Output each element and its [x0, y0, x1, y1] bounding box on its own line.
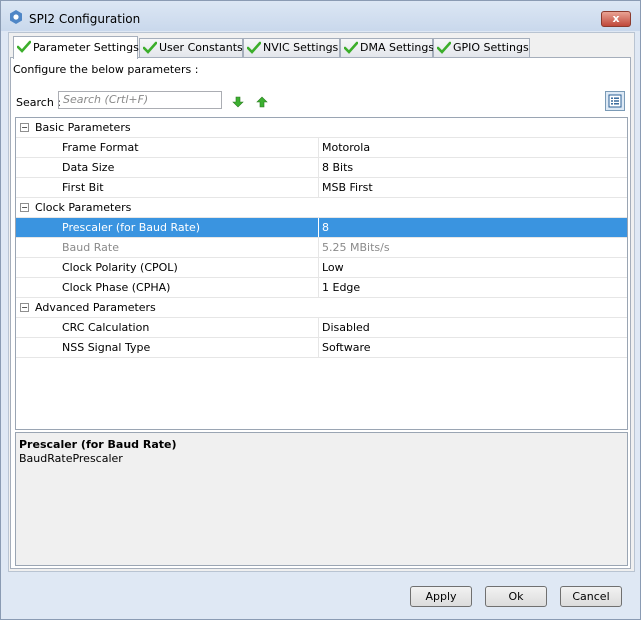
param-value[interactable]: Motorola [322, 141, 370, 154]
table-row: Baud Rate 5.25 MBits/s [16, 238, 627, 258]
table-row[interactable]: Clock Polarity (CPOL) Low [16, 258, 627, 278]
table-row[interactable]: Clock Phase (CPHA) 1 Edge [16, 278, 627, 298]
column-divider [318, 238, 319, 257]
param-value[interactable]: Disabled [322, 321, 370, 334]
param-name: Clock Phase (CPHA) [62, 281, 171, 294]
description-panel: Prescaler (for Baud Rate) BaudRatePresca… [15, 432, 628, 566]
column-divider [318, 218, 319, 237]
param-name: Frame Format [62, 141, 139, 154]
param-name: NSS Signal Type [62, 341, 151, 354]
column-divider [318, 338, 319, 357]
param-name: Data Size [62, 161, 115, 174]
arrow-down-icon[interactable] [232, 96, 244, 108]
param-value[interactable]: 1 Edge [322, 281, 360, 294]
group-advanced-parameters[interactable]: − Advanced Parameters [16, 298, 627, 318]
list-view-button[interactable] [605, 91, 625, 111]
spi2-configuration-dialog: SPI2 Configuration x Parameter Settings … [0, 0, 641, 620]
tab-gpio-settings[interactable]: GPIO Settings [433, 38, 530, 57]
column-divider [318, 178, 319, 197]
column-divider [318, 318, 319, 337]
tab-label: NVIC Settings [263, 41, 339, 54]
collapse-icon[interactable]: − [20, 123, 29, 132]
tab-label: GPIO Settings [453, 41, 529, 54]
cancel-button[interactable]: Cancel [560, 586, 622, 607]
check-icon [17, 40, 31, 53]
search-input[interactable]: Search (Crtl+F) [58, 91, 222, 109]
tab-label: DMA Settings [360, 41, 435, 54]
tab-user-constants[interactable]: User Constants [139, 38, 243, 57]
column-divider [318, 158, 319, 177]
tab-label: Parameter Settings [33, 41, 139, 54]
group-label: Advanced Parameters [35, 301, 156, 314]
table-row-selected[interactable]: Prescaler (for Baud Rate) 8 [16, 218, 627, 238]
parameter-settings-panel: Configure the below parameters : Search … [10, 57, 631, 569]
param-value[interactable]: 8 [322, 221, 329, 234]
dialog-body: Parameter Settings User Constants NVIC S… [8, 32, 635, 572]
arrow-up-icon[interactable] [256, 96, 268, 108]
param-name: Baud Rate [62, 241, 119, 254]
check-icon [344, 41, 358, 54]
collapse-icon[interactable]: − [20, 303, 29, 312]
param-name: Prescaler (for Baud Rate) [62, 221, 201, 234]
group-label: Basic Parameters [35, 121, 131, 134]
param-value[interactable]: 8 Bits [322, 161, 353, 174]
table-row[interactable]: Frame Format Motorola [16, 138, 627, 158]
parameters-grid: − Basic Parameters Frame Format Motorola… [15, 117, 628, 430]
list-view-icon [608, 94, 622, 108]
window-title: SPI2 Configuration [29, 12, 141, 26]
group-basic-parameters[interactable]: − Basic Parameters [16, 118, 627, 138]
group-label: Clock Parameters [35, 201, 132, 214]
param-name: Clock Polarity (CPOL) [62, 261, 178, 274]
param-value: 5.25 MBits/s [322, 241, 390, 254]
table-row[interactable]: First Bit MSB First [16, 178, 627, 198]
tab-label: User Constants [159, 41, 243, 54]
param-value[interactable]: MSB First [322, 181, 373, 194]
configure-instructions: Configure the below parameters : [13, 63, 199, 76]
description-title: Prescaler (for Baud Rate) [19, 438, 177, 451]
description-body: BaudRatePrescaler [19, 452, 123, 465]
column-divider [318, 278, 319, 297]
column-divider [318, 138, 319, 157]
check-icon [437, 41, 451, 54]
param-name: First Bit [62, 181, 104, 194]
apply-button[interactable]: Apply [410, 586, 472, 607]
column-divider [318, 258, 319, 277]
table-row[interactable]: CRC Calculation Disabled [16, 318, 627, 338]
table-row[interactable]: Data Size 8 Bits [16, 158, 627, 178]
collapse-icon[interactable]: − [20, 203, 29, 212]
table-row[interactable]: NSS Signal Type Software [16, 338, 627, 358]
param-value[interactable]: Low [322, 261, 344, 274]
app-icon [10, 10, 22, 24]
tab-dma-settings[interactable]: DMA Settings [340, 38, 435, 57]
tab-parameter-settings[interactable]: Parameter Settings [13, 36, 139, 59]
param-name: CRC Calculation [62, 321, 150, 334]
check-icon [143, 41, 157, 54]
param-value[interactable]: Software [322, 341, 371, 354]
tab-nvic-settings[interactable]: NVIC Settings [243, 38, 340, 57]
check-icon [247, 41, 261, 54]
title-bar: SPI2 Configuration x [1, 1, 640, 31]
close-icon: x [612, 12, 620, 25]
group-clock-parameters[interactable]: − Clock Parameters [16, 198, 627, 218]
ok-button[interactable]: Ok [485, 586, 547, 607]
search-label: Search : [16, 96, 61, 109]
close-button[interactable]: x [601, 11, 631, 27]
